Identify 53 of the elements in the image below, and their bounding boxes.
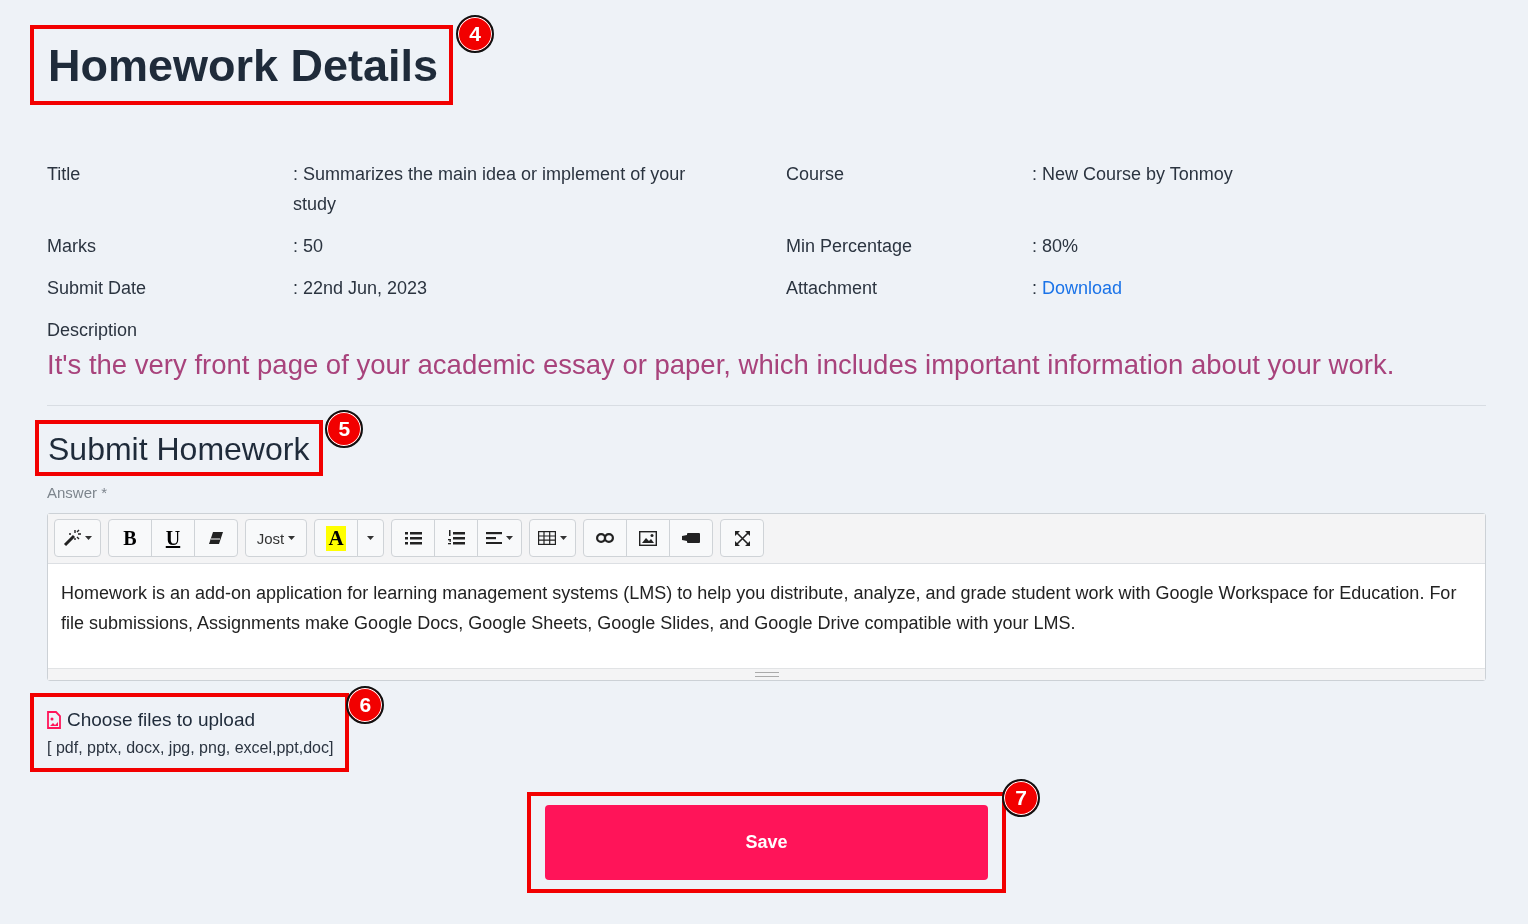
step-badge: 5 <box>325 410 364 448</box>
table-icon <box>538 531 556 545</box>
resize-handle[interactable] <box>48 668 1485 680</box>
field-label: Description <box>47 319 139 342</box>
section-title: Submit Homework <box>48 430 310 469</box>
step-badge: 4 <box>456 15 495 53</box>
field-value: : <box>1032 278 1038 298</box>
step-badge: 7 <box>1002 779 1040 817</box>
field-label: Answer * <box>47 484 109 501</box>
field-label: Submit Date <box>47 277 148 300</box>
font-dropdown[interactable]: Jost <box>245 519 307 557</box>
link-icon <box>596 533 614 543</box>
save-button[interactable]: Save <box>545 805 988 880</box>
numbered-list-icon <box>447 530 465 546</box>
fullscreen-button[interactable] <box>720 519 764 557</box>
answer-text[interactable]: Homework is an add-on application for learning management systems (LMS) to help you distribute, analyze, and grade student work with Google Workspace for Education. For file submissions, Assignments make Google Docs, Google Sheets, Google Slides, and Google Drive compatible with your LMS. <box>48 564 1485 668</box>
description-text: It's the very front page of your academic essay or paper, which includes important information about your work. <box>47 348 1396 382</box>
align-left-icon <box>486 532 502 544</box>
image-file-icon <box>47 711 61 729</box>
bold-button[interactable]: B <box>108 519 152 557</box>
field-value: : New Course by Tonmoy <box>1032 163 1234 186</box>
field-value: : Summarizes the main idea or implement of your study <box>293 163 687 216</box>
field-value: : 22nd Jun, 2023 <box>293 277 429 300</box>
align-button[interactable] <box>477 519 522 557</box>
download-link[interactable]: Download <box>1042 278 1123 298</box>
eraser-icon <box>209 532 223 544</box>
field-label: Marks <box>47 235 97 258</box>
eraser-button[interactable] <box>194 519 238 557</box>
field-label: Course <box>786 163 846 186</box>
image-button[interactable] <box>626 519 670 557</box>
underline-button[interactable]: U <box>151 519 195 557</box>
color-dropdown-button[interactable] <box>357 519 384 557</box>
magic-wand-icon <box>63 529 81 547</box>
field-label: Min Percentage <box>786 235 914 258</box>
video-icon <box>682 533 700 543</box>
step-badge: 6 <box>346 686 385 724</box>
field-value: : 50 <box>293 235 325 258</box>
field-value: : 80% <box>1032 235 1080 258</box>
magic-button[interactable] <box>54 519 101 557</box>
field-label: Title <box>47 163 82 186</box>
caret-icon <box>367 536 374 540</box>
rich-text-editor[interactable] <box>47 513 1486 681</box>
link-button[interactable] <box>583 519 627 557</box>
table-button[interactable] <box>529 519 576 557</box>
allowed-formats: [ pdf, pptx, docx, jpg, png, excel,ppt,doc] <box>47 739 334 757</box>
image-icon <box>639 530 657 546</box>
highlight-button[interactable]: A <box>314 519 358 557</box>
field-label: Attachment <box>786 277 879 300</box>
page-title: Homework Details <box>48 39 439 93</box>
fullscreen-icon <box>734 530 750 546</box>
video-button[interactable] <box>669 519 713 557</box>
bullet-list-icon <box>404 531 422 545</box>
upload-link[interactable]: Choose files to upload <box>67 709 255 731</box>
